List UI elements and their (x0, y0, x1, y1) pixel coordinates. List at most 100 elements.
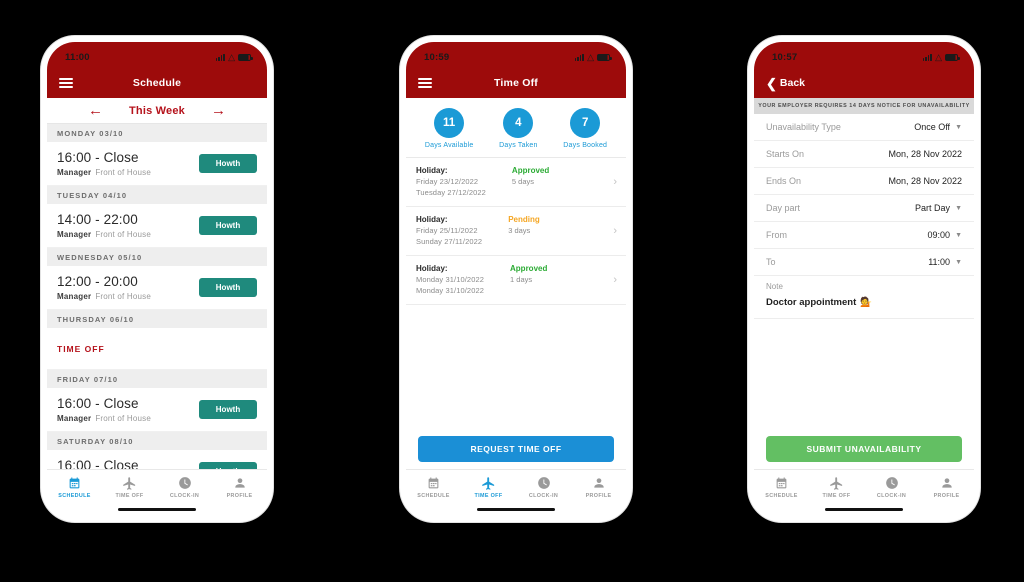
tab-profile[interactable]: PROFILE (571, 475, 626, 499)
time-off-row[interactable]: TIME OFF (47, 328, 267, 370)
location-badge: Howth (199, 215, 257, 235)
tab-schedule[interactable]: SCHEDULE (754, 475, 809, 499)
note-field[interactable]: Note Doctor appointment 💁 (754, 276, 974, 318)
field-value-text: Part Day (915, 203, 951, 213)
tab-time-off[interactable]: TIME OFF (102, 475, 157, 499)
field-label: Ends On (766, 176, 802, 186)
shift-meta: Manager Front of House (57, 168, 151, 177)
schedule-list[interactable]: MONDAY 03/10 16:00 - Close Manager Front … (47, 124, 267, 469)
shift-details: 12:00 - 20:00 Manager Front of House (57, 274, 151, 301)
request-days: 3 days (508, 226, 531, 235)
request-end-date: Tuesday 27/12/2022 (416, 188, 486, 197)
shift-meta: Manager Front of House (57, 292, 151, 301)
tab-clock-in[interactable]: CLOCK-IN (864, 475, 919, 499)
list-item[interactable]: Holiday: Friday 23/12/2022 Tuesday 27/12… (406, 158, 626, 207)
field-value: Once Off ▼ (914, 122, 962, 132)
chevron-down-icon[interactable]: ▼ (955, 124, 962, 131)
list-item[interactable]: Holiday: Monday 31/10/2022 Monday 31/10/… (406, 256, 626, 305)
clock-icon (516, 475, 571, 491)
status-badge: Approved (510, 264, 548, 273)
chevron-down-icon[interactable]: ▼ (955, 259, 962, 266)
shift-row[interactable]: 16:00 - Close ManagerFront of House Howt… (47, 388, 267, 432)
tab-profile[interactable]: PROFILE (212, 475, 267, 499)
chevron-right-icon[interactable]: › (613, 225, 617, 237)
shift-details: 16:00 - Close ManagerFront of House (57, 458, 151, 470)
field-value: Mon, 28 Nov 2022 (888, 149, 962, 159)
chevron-down-icon[interactable]: ▼ (955, 232, 962, 239)
tab-label: CLOCK-IN (528, 493, 559, 499)
field-ends-on[interactable]: Ends On Mon, 28 Nov 2022 (754, 168, 974, 195)
list-item[interactable]: Holiday: Friday 25/11/2022 Sunday 27/11/… (406, 207, 626, 256)
notice-banner: YOUR EMPLOYER REQUIRES 14 DAYS NOTICE FO… (754, 98, 974, 114)
submit-unavailability-button[interactable]: SUBMIT UNAVAILABILITY (766, 436, 962, 462)
back-button[interactable]: ❮ Back (766, 77, 805, 90)
day-header: FRIDAY 07/10 (47, 370, 267, 388)
location-badge: Howth (199, 153, 257, 173)
request-time-off-button[interactable]: REQUEST TIME OFF (418, 436, 614, 462)
arrow-right-icon[interactable]: → (211, 103, 226, 118)
tab-time-off[interactable]: TIME OFF (461, 475, 516, 499)
clock-icon (864, 475, 919, 491)
shift-row[interactable]: 12:00 - 20:00 Manager Front of House Howt… (47, 266, 267, 310)
shift-meta: Manager Front of House (57, 414, 151, 423)
tab-clock-in[interactable]: CLOCK-IN (516, 475, 571, 499)
day-header: WEDNESDAY 05/10 (47, 248, 267, 266)
app-bar: Time Off (406, 68, 626, 98)
field-starts-on[interactable]: Starts On Mon, 28 Nov 2022 (754, 141, 974, 168)
phone-mockup-schedule: 11:00 △ Schedule ← This Week → MONDAY 03… (41, 36, 273, 522)
cellular-signal-icon (215, 53, 226, 61)
tab-label: SCHEDULE (58, 493, 91, 499)
shift-row[interactable]: 16:00 - Close ManagerFront of House Howt… (47, 450, 267, 469)
time-off-request-list[interactable]: Holiday: Friday 23/12/2022 Tuesday 27/12… (406, 158, 626, 436)
hamburger-icon[interactable] (418, 78, 432, 88)
tab-label: TIME OFF (115, 493, 144, 499)
cellular-signal-icon (922, 53, 933, 61)
screen-schedule: 11:00 △ Schedule ← This Week → MONDAY 03… (47, 42, 267, 516)
shift-row[interactable]: 14:00 - 22:00 Manager Front of House Howt… (47, 204, 267, 248)
chevron-right-icon[interactable]: › (613, 274, 617, 286)
tab-label: CLOCK-IN (876, 493, 907, 499)
shift-time: 12:00 - 20:00 (57, 273, 138, 289)
summary-label: Days Taken (499, 142, 538, 149)
shift-time: 16:00 - Close (57, 395, 139, 411)
day-header: MONDAY 03/10 (47, 124, 267, 142)
field-value-text: Mon, 28 Nov 2022 (888, 176, 962, 186)
field-to[interactable]: To 11:00 ▼ (754, 249, 974, 276)
app-bar: Schedule (47, 68, 267, 98)
tab-schedule[interactable]: SCHEDULE (47, 475, 102, 499)
status-time: 11:00 (65, 51, 90, 63)
shift-time: 14:00 - 22:00 (57, 211, 138, 227)
field-value: Part Day ▼ (915, 203, 962, 213)
field-unavailability-type[interactable]: Unavailability Type Once Off ▼ (754, 114, 974, 141)
screenshot-stage: 11:00 △ Schedule ← This Week → MONDAY 03… (0, 0, 1024, 582)
battery-icon (238, 53, 253, 61)
field-label: To (766, 257, 776, 267)
field-day-part[interactable]: Day part Part Day ▼ (754, 195, 974, 222)
shift-time: 16:00 - Close (57, 149, 139, 165)
cellular-signal-icon (574, 53, 585, 61)
location-badge: Howth (199, 461, 257, 469)
request-dates: Holiday: Friday 25/11/2022 Sunday 27/11/… (416, 215, 482, 246)
chevron-right-icon[interactable]: › (613, 176, 617, 188)
shift-role: Manager (57, 229, 92, 239)
chevron-down-icon[interactable]: ▼ (955, 205, 962, 212)
hamburger-icon[interactable] (59, 78, 73, 88)
status-badge: Pending (508, 215, 540, 224)
status-icons: △ (574, 52, 612, 62)
request-title: Holiday: (416, 264, 448, 273)
tab-clock-in[interactable]: CLOCK-IN (157, 475, 212, 499)
field-label: Day part (766, 203, 801, 213)
home-indicator (754, 502, 974, 516)
tab-profile[interactable]: PROFILE (919, 475, 974, 499)
home-indicator (406, 502, 626, 516)
request-end-date: Monday 31/10/2022 (416, 286, 485, 295)
page-title: Time Off (494, 77, 538, 89)
divider (754, 318, 974, 319)
phone-mockup-time-off: 10:59 △ Time Off 11 Days Available 4 Day… (400, 36, 632, 522)
field-from[interactable]: From 09:00 ▼ (754, 222, 974, 249)
tab-schedule[interactable]: SCHEDULE (406, 475, 461, 499)
arrow-left-icon[interactable]: ← (88, 103, 103, 118)
shift-row[interactable]: 16:00 - Close ManagerFront of House Howt… (47, 142, 267, 186)
tab-label: PROFILE (933, 493, 960, 499)
tab-time-off[interactable]: TIME OFF (809, 475, 864, 499)
